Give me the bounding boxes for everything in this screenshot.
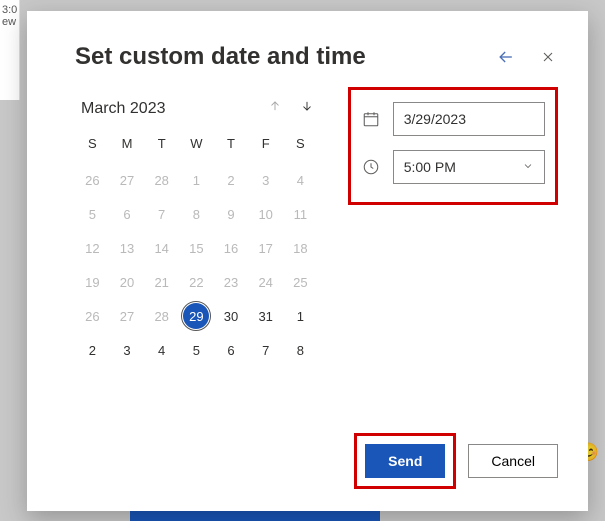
calendar-day: 5 — [78, 201, 106, 227]
calendar-day: 20 — [113, 269, 141, 295]
calendar-day: 9 — [217, 201, 245, 227]
date-value: 3/29/2023 — [404, 111, 466, 127]
calendar-day: 19 — [78, 269, 106, 295]
calendar-day: 15 — [182, 235, 210, 261]
calendar-day: 26 — [78, 167, 106, 193]
calendar-day: 27 — [113, 303, 141, 329]
calendar-day[interactable]: 2 — [78, 337, 106, 363]
time-row: 5:00 PM — [361, 150, 545, 184]
calendar-icon — [361, 110, 381, 128]
datetime-highlight: 3/29/2023 5:00 PM — [348, 87, 558, 205]
calendar-day[interactable]: 30 — [217, 303, 245, 329]
calendar-day: 10 — [252, 201, 280, 227]
custom-datetime-modal: Set custom date and time March 2023 — [27, 11, 588, 511]
chevron-down-icon — [522, 159, 534, 175]
calendar-header: March 2023 — [75, 99, 318, 132]
day-of-week: S — [283, 132, 318, 159]
calendar-day[interactable]: 7 — [252, 337, 280, 363]
time-select[interactable]: 5:00 PM — [393, 150, 545, 184]
close-icon[interactable] — [538, 47, 558, 67]
calendar-day: 1 — [182, 167, 210, 193]
background-fragment: 3:0 ew — [0, 0, 20, 100]
calendar-day: 16 — [217, 235, 245, 261]
calendar-day: 28 — [148, 167, 176, 193]
calendar-day: 7 — [148, 201, 176, 227]
calendar-day: 8 — [182, 201, 210, 227]
calendar-day: 14 — [148, 235, 176, 261]
calendar-day: 13 — [113, 235, 141, 261]
calendar-day: 23 — [217, 269, 245, 295]
bg-time: 3:0 — [2, 4, 17, 16]
day-of-week: S — [75, 132, 110, 159]
next-month-icon[interactable] — [300, 99, 314, 118]
send-label: Send — [388, 453, 422, 469]
calendar: March 2023 SMTWTFS2627281234567891011121… — [75, 99, 318, 363]
prev-month-icon[interactable] — [268, 99, 282, 118]
calendar-day[interactable]: 5 — [182, 337, 210, 363]
calendar-day: 6 — [113, 201, 141, 227]
calendar-day: 2 — [217, 167, 245, 193]
calendar-day: 24 — [252, 269, 280, 295]
back-icon[interactable] — [496, 47, 516, 67]
header-actions — [496, 47, 558, 67]
cancel-button[interactable]: Cancel — [468, 444, 558, 478]
calendar-day: 26 — [78, 303, 106, 329]
day-of-week: T — [144, 132, 179, 159]
calendar-grid: SMTWTFS262728123456789101112131415161718… — [75, 132, 318, 363]
calendar-day: 18 — [286, 235, 314, 261]
clock-icon — [361, 158, 381, 176]
date-input[interactable]: 3/29/2023 — [393, 102, 545, 136]
calendar-day: 22 — [182, 269, 210, 295]
calendar-day: 3 — [252, 167, 280, 193]
calendar-day[interactable]: 4 — [148, 337, 176, 363]
calendar-day: 17 — [252, 235, 280, 261]
calendar-day: 12 — [78, 235, 106, 261]
date-row: 3/29/2023 — [361, 102, 545, 136]
send-highlight: Send — [354, 433, 456, 489]
modal-footer: Send Cancel — [354, 433, 558, 489]
modal-header: Set custom date and time — [75, 43, 558, 71]
modal-title: Set custom date and time — [75, 43, 366, 71]
modal-body: March 2023 SMTWTFS2627281234567891011121… — [75, 99, 558, 363]
cancel-label: Cancel — [491, 453, 535, 469]
calendar-day: 25 — [286, 269, 314, 295]
calendar-day[interactable]: 31 — [252, 303, 280, 329]
calendar-day[interactable]: 29 — [183, 303, 209, 329]
time-value: 5:00 PM — [404, 159, 456, 175]
bg-text: ew — [2, 16, 17, 28]
calendar-day: 21 — [148, 269, 176, 295]
send-button[interactable]: Send — [365, 444, 445, 478]
calendar-day[interactable]: 8 — [286, 337, 314, 363]
calendar-day[interactable]: 6 — [217, 337, 245, 363]
day-of-week: W — [179, 132, 214, 159]
calendar-day[interactable]: 3 — [113, 337, 141, 363]
day-of-week: M — [110, 132, 145, 159]
day-of-week: T — [214, 132, 249, 159]
calendar-day: 11 — [286, 201, 314, 227]
month-label[interactable]: March 2023 — [81, 100, 166, 118]
month-nav — [268, 99, 314, 118]
calendar-day: 27 — [113, 167, 141, 193]
calendar-day[interactable]: 1 — [286, 303, 314, 329]
calendar-day: 4 — [286, 167, 314, 193]
day-of-week: F — [248, 132, 283, 159]
calendar-day: 28 — [148, 303, 176, 329]
